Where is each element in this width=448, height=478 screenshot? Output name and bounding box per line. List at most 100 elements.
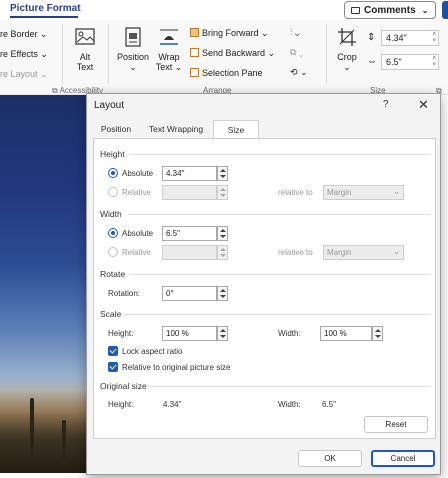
picture-effects-menu[interactable]: re Effects ⌄ [0, 49, 48, 60]
scale-height-input[interactable]: 100 % [162, 326, 217, 341]
bring-forward-label: Bring Forward [202, 28, 259, 38]
chevron-down-icon: ⌄ [267, 48, 276, 58]
chevron-down-icon: ⌄ [421, 5, 429, 15]
chevron-down-icon: ⌄ [393, 187, 400, 196]
chevron-down-icon: ⌄ [294, 27, 300, 37]
shape-height-value: 4.34" [386, 33, 407, 43]
shape-width-icon: ⇔ [367, 56, 377, 67]
width-relative-radio[interactable] [108, 247, 118, 257]
shape-width-input[interactable]: 6.5" ˄ ˅ [381, 54, 439, 70]
scale-section-title: Scale [100, 309, 122, 319]
original-height-label: Height: [108, 400, 134, 409]
scale-width-input[interactable]: 100 % [320, 326, 372, 341]
dialog-launcher-icon[interactable]: ⧉ [52, 86, 58, 95]
reset-button[interactable]: Reset [364, 416, 428, 433]
group-button[interactable]: ⧉ ⌄ [290, 47, 303, 58]
original-width-value: 6.5" [322, 400, 336, 409]
width-relative-spinner[interactable] [217, 245, 228, 260]
divider [128, 214, 430, 215]
ribbon-separator [62, 24, 63, 84]
comment-icon [351, 6, 360, 14]
send-backward-icon [190, 48, 199, 57]
close-icon[interactable]: ✕ [418, 97, 429, 113]
picture-layout-label: re Layout [0, 69, 38, 79]
selection-pane-label: Selection Pane [202, 68, 263, 78]
width-relative-label: Relative [122, 248, 151, 257]
align-button[interactable]: ⫶ ⌄ [290, 27, 300, 38]
scale-width-spinner[interactable] [372, 326, 383, 341]
ribbon-separator [108, 24, 109, 84]
alt-text-label-2: Text [76, 62, 94, 72]
wrap-text-label-2: Text ⌄ [152, 62, 186, 73]
chevron-down-icon: ⌄ [261, 28, 269, 38]
shape-height-input[interactable]: 4.34" ˄ ˅ [381, 30, 439, 46]
width-absolute-spinner[interactable] [217, 226, 228, 241]
lock-aspect-checkbox[interactable] [108, 346, 118, 356]
width-relative-to-select[interactable]: Margin ⌄ [323, 245, 404, 260]
wrap-text-button[interactable]: Wrap Text ⌄ [152, 26, 186, 73]
tab-size[interactable]: Size [213, 120, 259, 138]
bring-forward-button[interactable]: Bring Forward ⌄ [190, 28, 269, 39]
ribbon: re Border ⌄ re Effects ⌄ re Layout ⌄ Alt… [0, 20, 448, 95]
wrap-text-icon [160, 29, 178, 45]
tab-position[interactable]: Position [93, 120, 139, 138]
alt-text-label-1: Alt [79, 52, 91, 62]
active-tab-indicator [10, 16, 78, 18]
relative-original-label: Relative to original picture size [122, 363, 231, 372]
wrap-text-label-2-text: Text [155, 62, 173, 72]
height-relative-radio[interactable] [108, 187, 118, 197]
crop-icon [338, 28, 356, 46]
width-absolute-input[interactable]: 6.5" [162, 226, 217, 241]
chevron-down-icon: ⌄ [129, 62, 137, 72]
bring-forward-icon [190, 28, 199, 37]
picture-border-menu[interactable]: re Border ⌄ [0, 29, 48, 40]
rotation-spinner[interactable] [217, 286, 228, 301]
comments-button[interactable]: Comments ⌄ [344, 1, 436, 19]
divider [146, 386, 430, 387]
tab-text-wrapping[interactable]: Text Wrapping [141, 120, 211, 138]
picture-foreground [30, 398, 34, 458]
picture-layout-menu[interactable]: re Layout ⌄ [0, 69, 48, 80]
height-absolute-label: Absolute [122, 169, 154, 178]
height-relative-input[interactable] [162, 185, 217, 200]
picture-foreground [0, 390, 88, 473]
spinner-icon: ˄ ˅ [432, 32, 436, 44]
send-backward-button[interactable]: Send Backward ⌄ [190, 48, 275, 59]
chevron-down-icon: ⌄ [300, 67, 308, 77]
chevron-down-icon: ⌄ [40, 49, 48, 59]
help-button[interactable]: ? [383, 99, 389, 110]
rotate-button[interactable]: ⟲ ⌄ [290, 67, 308, 78]
tab-picture-format[interactable]: Picture Format [10, 3, 81, 14]
divider [130, 274, 430, 275]
position-button[interactable]: Position ⌄ [113, 26, 153, 73]
height-absolute-spinner[interactable] [217, 166, 228, 181]
height-relative-spinner[interactable] [217, 185, 228, 200]
alt-text-icon [75, 28, 95, 45]
send-backward-label: Send Backward [202, 48, 266, 58]
selection-pane-button[interactable]: Selection Pane [190, 68, 263, 78]
scale-height-label: Height: [108, 329, 134, 338]
relative-original-checkbox[interactable] [108, 362, 118, 372]
width-absolute-radio[interactable] [108, 228, 118, 238]
chevron-down-icon: ⌄ [343, 62, 351, 72]
group-icon: ⧉ [290, 47, 297, 57]
ok-button[interactable]: OK [298, 450, 362, 467]
share-button[interactable] [442, 1, 448, 19]
crop-label: Crop [337, 52, 357, 62]
height-absolute-input[interactable]: 4.34" [162, 166, 217, 181]
height-section-title: Height [100, 149, 125, 159]
chevron-down-icon: ⌄ [40, 69, 48, 79]
scale-height-spinner[interactable] [217, 326, 228, 341]
height-relative-to-select[interactable]: Margin ⌄ [323, 185, 404, 200]
dialog-title: Layout [94, 100, 125, 111]
rotation-input[interactable]: 0° [162, 286, 217, 301]
alt-text-button[interactable]: Alt Text [70, 26, 100, 72]
height-relative-to-label: relative to [278, 188, 313, 197]
wrap-text-label-1: Wrap [158, 52, 180, 62]
cancel-button[interactable]: Cancel [371, 450, 435, 467]
height-absolute-radio[interactable] [108, 168, 118, 178]
width-relative-input[interactable] [162, 245, 217, 260]
ribbon-separator [326, 24, 327, 84]
crop-button[interactable]: Crop ⌄ [330, 26, 364, 73]
rotation-label: Rotation: [108, 289, 141, 298]
